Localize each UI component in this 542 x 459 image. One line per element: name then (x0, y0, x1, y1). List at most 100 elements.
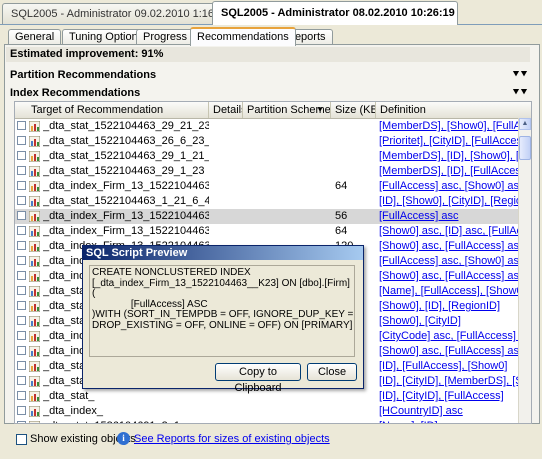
reports-link[interactable]: See Reports for sizes of existing object… (134, 433, 330, 445)
statistics-icon (29, 361, 40, 372)
row-definition-link[interactable]: [Prioritet], [CityID], [FullAccess], [Sh… (379, 134, 519, 149)
table-row[interactable]: _dta_stat_1522104463_29_21_23 [MemberDS],… (15, 119, 519, 134)
row-target: _dta_stat_1522104463_29_1_21_23 (43, 150, 209, 162)
row-definition-link[interactable]: [Show0], [ID], [RegionID] (379, 299, 519, 314)
col-definition[interactable]: Definition (376, 102, 531, 118)
dialog-title: SQL Script Preview (83, 246, 363, 260)
document-tab-strip: SQL2005 - Administrator 09.02.2010 1:16:… (0, 0, 542, 25)
statistics-icon (29, 226, 40, 237)
statistics-icon (29, 301, 40, 312)
scroll-thumb[interactable] (519, 136, 531, 160)
row-target: _dta_stat_1522104463_26_6_23_21 (43, 135, 209, 147)
col-target[interactable]: Target of Recommendation (15, 102, 209, 118)
row-definition-link[interactable]: [ID], [CityID], [FullAccess] (379, 389, 519, 404)
table-row[interactable]: _dta_index_ [HCountryID] asc (15, 404, 519, 419)
table-row[interactable]: _dta_stat_1522104463_1_21_6_4 [ID], [Show… (15, 194, 519, 209)
sql-script-text[interactable]: CREATE NONCLUSTERED INDEX [_dta_index_Fi… (89, 265, 355, 357)
row-checkbox[interactable] (17, 406, 26, 415)
row-target: _dta_stat_1586104691_3_1 (43, 419, 209, 423)
row-definition-link[interactable]: [Name], [ID] (379, 419, 519, 423)
row-checkbox[interactable] (17, 361, 26, 370)
row-checkbox[interactable] (17, 376, 26, 385)
row-definition-link[interactable]: [MemberDS], [ID], [FullAccess] (379, 164, 519, 179)
estimated-improvement: Estimated improvement: 91% (6, 47, 530, 62)
row-definition-link[interactable]: [HCountryID] asc (379, 404, 519, 419)
row-checkbox[interactable] (17, 391, 26, 400)
row-size (335, 389, 375, 404)
show-existing-checkbox[interactable] (16, 434, 27, 445)
row-size (335, 404, 375, 419)
table-row[interactable]: _dta_stat_1522104463_29_1_23 [MemberDS], … (15, 164, 519, 179)
row-definition-link[interactable]: [CityCode] asc, [FullAccess] asc, [Show0 (379, 329, 519, 344)
statistics-icon (29, 376, 40, 387)
vertical-scrollbar[interactable]: ▲ (518, 118, 531, 423)
row-target: _dta_stat_1522104463_1_21_6_4 (43, 195, 209, 207)
col-partition-scheme[interactable]: Partition Scheme ▼ (243, 102, 331, 118)
row-checkbox[interactable] (17, 166, 26, 175)
row-checkbox[interactable] (17, 256, 26, 265)
row-target: _dta_index_Firm_13_1522104463__K23 (43, 210, 209, 222)
tab-progress[interactable]: Progress (136, 29, 195, 45)
row-definition-link[interactable]: [FullAccess] asc (379, 209, 519, 224)
row-checkbox[interactable] (17, 331, 26, 340)
statistics-icon (29, 241, 40, 252)
row-size (335, 419, 375, 423)
index-recommendations-label: Index Recommendations (10, 87, 141, 99)
close-button[interactable]: Close (307, 363, 357, 381)
tab-session-1[interactable]: SQL2005 - Administrator 09.02.2010 1:16:… (2, 3, 229, 24)
table-row[interactable]: _dta_stat_1522104463_29_1_21_23 [MemberDS… (15, 149, 519, 164)
row-definition-link[interactable]: [Show0], [CityID] (379, 314, 519, 329)
row-definition-link[interactable]: [Show0] asc, [ID] asc, [FullAcc... (379, 224, 519, 239)
row-checkbox[interactable] (17, 151, 26, 160)
row-checkbox[interactable] (17, 226, 26, 235)
table-row[interactable]: _dta_index_Firm_13_1522104463__K23 56 [Ful… (15, 209, 519, 224)
statistics-icon (29, 406, 40, 417)
row-definition-link[interactable]: [Show0] asc, [FullAccess] asc, [CityID] … (379, 269, 519, 284)
sub-tab-strip: General Tuning Options Progress Recommen… (0, 26, 542, 46)
row-definition-link[interactable]: [ID], [CityID], [MemberDS], [Show0] (379, 374, 519, 389)
row-checkbox[interactable] (17, 346, 26, 355)
partition-recommendations-header[interactable]: Partition Recommendations ⯆⯆ (6, 67, 532, 83)
tab-general[interactable]: General (8, 29, 62, 45)
row-target: _dta_stat_ (43, 390, 95, 402)
statistics-icon (29, 271, 40, 282)
partition-recommendations-label: Partition Recommendations (10, 69, 157, 81)
row-size: 64 (335, 225, 348, 237)
row-checkbox[interactable] (17, 301, 26, 310)
chevron-down-icon[interactable]: ⯆⯆ (512, 67, 528, 83)
statistics-icon (29, 331, 40, 342)
table-row[interactable]: _dta_index_Firm_13_1522104463__K21_K... 6… (15, 224, 519, 239)
table-row[interactable]: _dta_index_Firm_13_1522104463__K23_K21 64… (15, 179, 519, 194)
row-definition-link[interactable]: [Show0] asc, [FullAccess] asc, [ID] asc (379, 344, 519, 359)
row-size (335, 164, 375, 179)
row-definition-link[interactable]: [MemberDS], [ID], [Show0], [FullAccess] (379, 149, 519, 164)
row-definition-link[interactable]: [FullAccess] asc, [Show0] asc) include [… (379, 254, 519, 269)
row-checkbox[interactable] (17, 211, 26, 220)
row-checkbox[interactable] (17, 136, 26, 145)
row-checkbox[interactable] (17, 121, 26, 130)
row-checkbox[interactable] (17, 316, 26, 325)
tab-session-2[interactable]: SQL2005 - Administrator 08.02.2010 10:26… (212, 1, 458, 25)
index-recommendations-header[interactable]: Index Recommendations ⯆⯆ (6, 85, 532, 101)
row-checkbox[interactable] (17, 196, 26, 205)
row-checkbox[interactable] (17, 271, 26, 280)
row-checkbox[interactable] (17, 241, 26, 250)
row-checkbox[interactable] (17, 181, 26, 190)
row-checkbox[interactable] (17, 286, 26, 295)
tab-recommendations[interactable]: Recommendations (190, 27, 296, 46)
row-definition-link[interactable]: [MemberDS], [Show0], [FullAccess] (379, 119, 519, 134)
col-size[interactable]: Size (KB) (331, 102, 376, 118)
copy-to-clipboard-button[interactable]: Copy to Clipboard (215, 363, 301, 394)
table-row[interactable]: _dta_stat_1522104463_26_6_23_21 [Priorite… (15, 134, 519, 149)
row-definition-link[interactable]: [Show0] asc, [FullAccess] asc, [... (379, 239, 519, 254)
row-target: _dta_index_Firm_13_1522104463__K23_K21 (43, 180, 209, 192)
row-definition-link[interactable]: [Name], [FullAccess], [Show0], [ID] (379, 284, 519, 299)
row-checkbox[interactable] (17, 421, 26, 423)
row-definition-link[interactable]: [ID], [Show0], [CityID], [RegionID] (379, 194, 519, 209)
table-row[interactable]: _dta_stat_1586104691_3_1 [Name], [ID] (15, 419, 519, 423)
row-definition-link[interactable]: [FullAccess] asc, [Show0] asc (379, 179, 519, 194)
chevron-down-icon[interactable]: ⯆⯆ (512, 85, 528, 101)
col-details[interactable]: Details (209, 102, 243, 118)
scroll-up-button[interactable]: ▲ (519, 118, 531, 130)
row-definition-link[interactable]: [ID], [FullAccess], [Show0] (379, 359, 519, 374)
